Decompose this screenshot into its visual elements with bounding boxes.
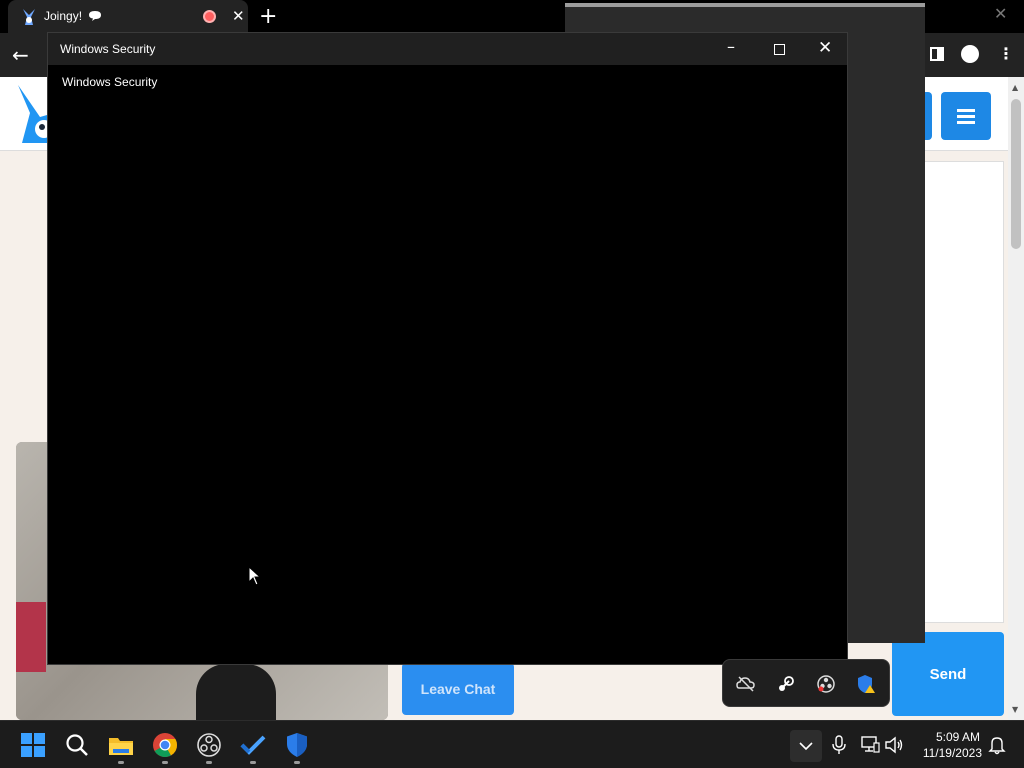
tab-close-icon[interactable]: ✕ [232, 7, 245, 25]
security-window-title: Windows Security [60, 42, 156, 56]
recording-indicator-icon [203, 10, 216, 23]
scrollbar-thumb[interactable] [1011, 99, 1021, 249]
joingy-favicon-icon [23, 9, 35, 25]
taskbar: 5:09 AM 11/19/2023 [0, 720, 1024, 768]
page-scrollbar[interactable]: ▲ ▼ [1008, 77, 1024, 720]
chat-log-panel [924, 161, 1004, 623]
security-heading: Windows Security [62, 75, 158, 89]
scroll-up-icon[interactable]: ▲ [1012, 83, 1018, 92]
mouse-cursor-icon [248, 566, 262, 586]
running-indicator [250, 761, 256, 764]
chrome-icon[interactable] [152, 732, 178, 758]
running-indicator [118, 761, 124, 764]
start-icon[interactable] [20, 732, 46, 758]
running-indicator [206, 761, 212, 764]
chevron-down-icon [799, 742, 813, 751]
network-icon[interactable] [860, 735, 880, 755]
obs-icon[interactable] [196, 732, 222, 758]
onedrive-off-icon[interactable] [736, 674, 756, 694]
microphone-icon[interactable] [830, 735, 848, 755]
profile-avatar-icon[interactable] [961, 45, 979, 63]
security-titlebar[interactable]: Windows Security – ✕ [48, 33, 847, 65]
minimize-button[interactable]: – [727, 37, 735, 56]
chat-bubble-icon [89, 11, 101, 21]
browser-close-icon[interactable]: ✕ [994, 4, 1007, 23]
running-indicator [294, 761, 300, 764]
tray-chevron-button[interactable] [790, 730, 822, 762]
running-indicator [162, 761, 168, 764]
scroll-down-icon[interactable]: ▼ [1012, 705, 1018, 714]
obs-tray-icon[interactable] [816, 674, 836, 694]
browser-menu-icon[interactable]: ⋮ [998, 44, 1014, 63]
security-warning-icon[interactable] [856, 674, 876, 694]
steam-icon[interactable] [776, 674, 796, 694]
hamburger-line [957, 109, 975, 112]
windows-security-window[interactable]: Windows Security – ✕ Windows Security [47, 32, 848, 665]
send-button[interactable]: Send [892, 632, 1004, 716]
todo-icon[interactable] [240, 732, 266, 758]
back-button[interactable]: ← [12, 43, 29, 67]
search-icon[interactable] [64, 732, 90, 758]
tab-title: Joingy! [44, 9, 83, 23]
clock-date[interactable]: 11/19/2023 [914, 746, 982, 760]
maximize-button[interactable] [774, 44, 785, 55]
tray-overflow-popup [722, 659, 890, 707]
clock-time[interactable]: 5:09 AM [920, 730, 980, 744]
close-button[interactable]: ✕ [818, 38, 832, 58]
file-explorer-icon[interactable] [108, 732, 134, 758]
tab-joingy[interactable]: Joingy! ✕ [8, 0, 248, 33]
hamburger-line [957, 121, 975, 124]
hamburger-menu-button[interactable] [941, 92, 991, 140]
leave-chat-button[interactable]: Leave Chat [402, 663, 514, 715]
hamburger-line [957, 115, 975, 118]
video-object [196, 664, 276, 720]
side-panel-icon[interactable] [930, 47, 944, 61]
new-tab-button[interactable]: + [259, 4, 277, 29]
video-object [16, 602, 46, 672]
windows-security-icon[interactable] [284, 732, 310, 758]
volume-icon[interactable] [884, 735, 904, 755]
notification-bell-icon[interactable] [988, 735, 1006, 755]
